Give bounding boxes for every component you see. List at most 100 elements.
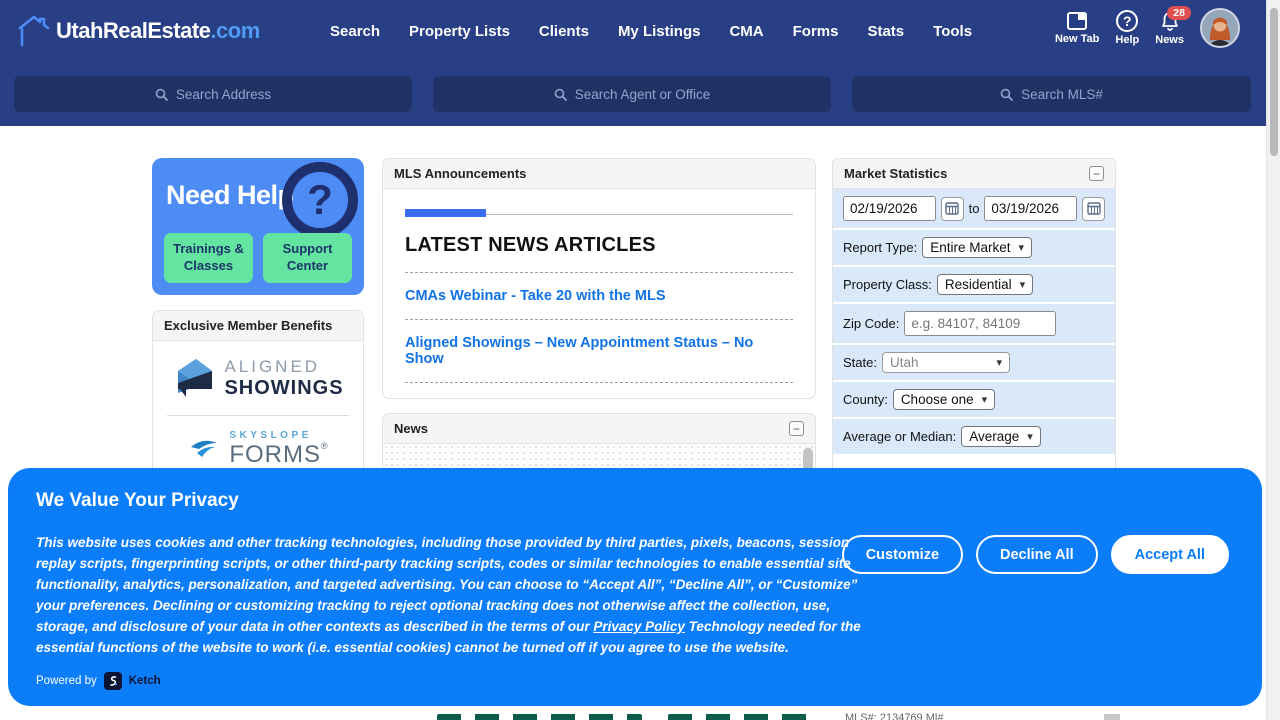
article-link-cmas-webinar[interactable]: CMAs Webinar - Take 20 with the MLS bbox=[405, 288, 793, 304]
dashed-divider bbox=[405, 319, 793, 320]
latest-news-heading: LATEST NEWS ARTICLES bbox=[405, 234, 793, 257]
market-statistics-title: Market Statistics bbox=[844, 166, 947, 181]
ketch-logo-icon bbox=[104, 672, 122, 690]
date-range-row: to bbox=[833, 189, 1115, 230]
date-to-calendar-button[interactable] bbox=[1082, 197, 1105, 221]
top-nav-bar: UtahRealEstate.com Search Property Lists… bbox=[0, 0, 1266, 62]
trainings-classes-button[interactable]: Trainings & Classes bbox=[164, 233, 253, 283]
logo-text: UtahRealEstate.com bbox=[56, 18, 260, 44]
news-label: News bbox=[1155, 34, 1184, 46]
average-median-label: Average or Median: bbox=[843, 429, 956, 444]
search-mls-input[interactable]: Search MLS# bbox=[852, 76, 1251, 112]
left-sidebar: Need Help ? Trainings & Classes Support … bbox=[152, 158, 364, 484]
nav-item-cma[interactable]: CMA bbox=[729, 23, 763, 40]
search-address-input[interactable]: Search Address bbox=[14, 76, 412, 112]
property-class-select[interactable]: Residential▾ bbox=[937, 274, 1033, 295]
nav-item-my-listings[interactable]: My Listings bbox=[618, 23, 701, 40]
powered-by-label: Powered by bbox=[36, 675, 97, 687]
nav-item-stats[interactable]: Stats bbox=[867, 23, 904, 40]
report-type-select[interactable]: Entire Market▾ bbox=[922, 237, 1032, 258]
clipped-scrollbar-thumb bbox=[1104, 714, 1120, 720]
support-center-button[interactable]: Support Center bbox=[263, 233, 352, 283]
average-median-select[interactable]: Average▾ bbox=[961, 426, 1041, 447]
chevron-down-icon: ▾ bbox=[1027, 430, 1033, 443]
ketch-label: Ketch bbox=[129, 675, 161, 687]
member-benefits-header: Exclusive Member Benefits bbox=[153, 311, 363, 341]
page-bottom-strip: MLS#: 2134769 Ml# bbox=[0, 706, 1266, 720]
search-address-placeholder: Search Address bbox=[176, 87, 271, 102]
carousel-progress-bar bbox=[405, 209, 486, 217]
page-scrollbar-thumb[interactable] bbox=[1270, 8, 1278, 156]
zip-code-input[interactable] bbox=[904, 311, 1056, 336]
need-help-buttons: Trainings & Classes Support Center bbox=[164, 233, 352, 283]
nav-item-tools[interactable]: Tools bbox=[933, 23, 972, 40]
help-label: Help bbox=[1115, 34, 1139, 46]
header: UtahRealEstate.com Search Property Lists… bbox=[0, 0, 1266, 126]
article-link-aligned-showings[interactable]: Aligned Showings – New Appointment Statu… bbox=[405, 335, 793, 367]
search-icon bbox=[1000, 88, 1013, 101]
county-row: County: Choose one▾ bbox=[833, 382, 1115, 419]
page: UtahRealEstate.com Search Property Lists… bbox=[0, 0, 1280, 720]
page-scrollbar[interactable] bbox=[1266, 0, 1280, 720]
clipped-headline-letters bbox=[437, 714, 642, 720]
aligned-showings-link[interactable]: ALIGNED SHOWINGS bbox=[153, 341, 363, 415]
privacy-banner-title: We Value Your Privacy bbox=[36, 490, 239, 512]
date-from-calendar-button[interactable] bbox=[941, 197, 964, 221]
customize-button[interactable]: Customize bbox=[842, 535, 963, 574]
property-class-label: Property Class: bbox=[843, 277, 932, 292]
nav-item-clients[interactable]: Clients bbox=[539, 23, 589, 40]
date-from-input[interactable] bbox=[843, 196, 936, 221]
main-navigation: Search Property Lists Clients My Listing… bbox=[330, 0, 972, 62]
accept-all-button[interactable]: Accept All bbox=[1111, 535, 1229, 574]
news-header: News − bbox=[383, 414, 815, 444]
privacy-banner-buttons: Customize Decline All Accept All bbox=[842, 535, 1229, 574]
search-mls-placeholder: Search MLS# bbox=[1021, 87, 1103, 102]
mls-announcements-header: MLS Announcements bbox=[383, 159, 815, 189]
user-avatar[interactable] bbox=[1200, 8, 1240, 48]
nav-item-forms[interactable]: Forms bbox=[793, 23, 839, 40]
state-select[interactable]: Utah▾ bbox=[882, 352, 1010, 373]
search-icon bbox=[155, 88, 168, 101]
skyslope-wordmark: SKYSLOPE FORMS® bbox=[229, 430, 328, 469]
search-agent-input[interactable]: Search Agent or Office bbox=[433, 76, 831, 112]
news-title: News bbox=[394, 421, 428, 436]
date-to-input[interactable] bbox=[984, 196, 1077, 221]
carousel-progress bbox=[405, 209, 793, 217]
news-collapse-button[interactable]: − bbox=[789, 421, 804, 436]
market-statistics-collapse-button[interactable]: − bbox=[1089, 166, 1104, 181]
zip-code-row: Zip Code: bbox=[833, 304, 1115, 345]
utility-icons: New Tab ? Help 28 News bbox=[1055, 8, 1240, 48]
powered-by-ketch[interactable]: Powered by Ketch bbox=[36, 672, 161, 690]
mls-announcements-body: LATEST NEWS ARTICLES CMAs Webinar - Take… bbox=[383, 189, 815, 383]
decline-all-button[interactable]: Decline All bbox=[976, 535, 1098, 574]
dashed-divider bbox=[405, 382, 793, 383]
question-mark-icon: ? bbox=[282, 162, 358, 238]
zip-code-label: Zip Code: bbox=[843, 316, 899, 331]
chevron-down-icon: ▾ bbox=[982, 393, 988, 406]
house-logo-icon bbox=[14, 12, 54, 50]
aligned-showings-wordmark: ALIGNED SHOWINGS bbox=[224, 357, 343, 400]
nav-item-property-lists[interactable]: Property Lists bbox=[409, 23, 510, 40]
chevron-down-icon: ▾ bbox=[996, 356, 1002, 369]
news-button[interactable]: 28 News bbox=[1155, 11, 1184, 46]
privacy-banner-body: This website uses cookies and other trac… bbox=[36, 532, 882, 658]
site-logo[interactable]: UtahRealEstate.com bbox=[14, 12, 260, 50]
dashed-divider bbox=[405, 272, 793, 273]
search-agent-placeholder: Search Agent or Office bbox=[575, 87, 711, 102]
chevron-down-icon: ▾ bbox=[1020, 278, 1026, 291]
avatar-image bbox=[1202, 10, 1238, 46]
nav-item-search[interactable]: Search bbox=[330, 23, 380, 40]
market-statistics-form: to Report Type: bbox=[833, 189, 1115, 456]
mls-announcements-card: MLS Announcements LATEST NEWS ARTICLES C… bbox=[382, 158, 816, 399]
privacy-policy-link[interactable]: Privacy Policy bbox=[593, 619, 685, 634]
help-button[interactable]: ? Help bbox=[1115, 10, 1139, 46]
county-select[interactable]: Choose one▾ bbox=[893, 389, 995, 410]
county-label: County: bbox=[843, 392, 888, 407]
new-tab-label: New Tab bbox=[1055, 33, 1099, 45]
report-type-label: Report Type: bbox=[843, 240, 917, 255]
mls-number-text: MLS#: 2134769 Ml# bbox=[845, 712, 943, 720]
new-tab-button[interactable]: New Tab bbox=[1055, 11, 1099, 45]
date-range-separator: to bbox=[969, 201, 980, 216]
search-icon bbox=[554, 88, 567, 101]
news-badge: 28 bbox=[1167, 6, 1191, 20]
